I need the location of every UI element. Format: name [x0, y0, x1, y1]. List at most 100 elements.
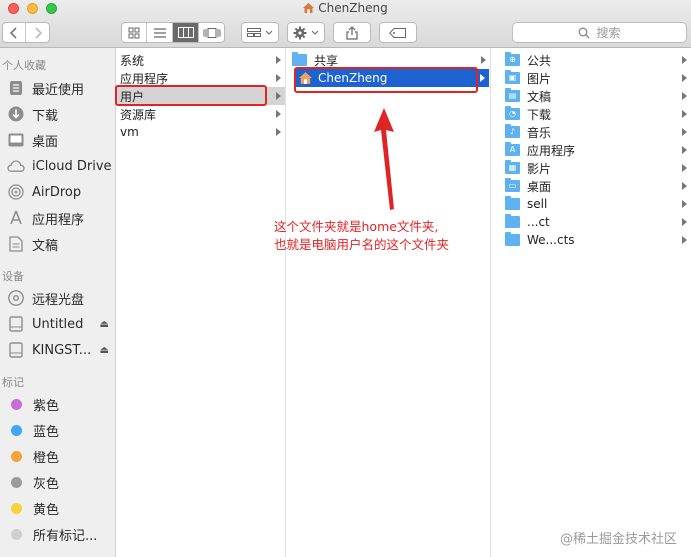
list-item[interactable]: ▤ 文稿: [499, 87, 691, 105]
list-item[interactable]: ♪ 音乐: [499, 123, 691, 141]
eject-icon[interactable]: ⏏: [100, 345, 109, 356]
tag-dot-icon: [11, 450, 22, 462]
disclosure-arrow-icon: [276, 56, 281, 64]
item-label: 公共: [527, 53, 552, 68]
sidebar-item-label: 橙色: [33, 450, 60, 466]
view-mode-control: [121, 22, 225, 43]
edit-tags-button[interactable]: [379, 22, 417, 43]
pictures-folder-icon: ▣: [505, 70, 520, 84]
tag-dot-icon: [11, 528, 22, 540]
sidebar-tag-all[interactable]: 所有标记...: [7, 523, 115, 545]
tag-dot-icon: [11, 476, 22, 488]
item-label: 应用程序: [120, 71, 169, 86]
list-view-button[interactable]: [147, 23, 173, 42]
sidebar-item-remote-disc[interactable]: 远程光盘: [7, 287, 115, 309]
columns-icon: [177, 27, 194, 38]
chevron-down-icon: [265, 30, 273, 35]
item-label: 下载: [527, 107, 552, 122]
desktop-icon: [7, 131, 25, 149]
disclosure-arrow-icon: [682, 182, 687, 190]
sidebar-item-kingston[interactable]: KINGST... ⏏: [7, 339, 115, 361]
icon-view-button[interactable]: [121, 23, 147, 42]
item-label: ...ct: [527, 215, 550, 229]
sidebar: 个人收藏 最近使用 下载 桌面 iCloud Drive AirDrop 应用程…: [0, 48, 116, 557]
disclosure-arrow-icon: [480, 74, 485, 82]
forward-button[interactable]: [26, 23, 49, 42]
sidebar-tag-blue[interactable]: 蓝色: [7, 419, 115, 441]
sidebar-item-documents[interactable]: 文稿: [7, 233, 115, 255]
back-button[interactable]: [3, 23, 26, 42]
documents-icon: [7, 235, 25, 253]
share-button[interactable]: [333, 22, 371, 43]
item-label: 共享: [314, 53, 339, 68]
eject-icon[interactable]: ⏏: [100, 319, 109, 330]
applications-icon: [7, 209, 25, 227]
documents-folder-icon: ▤: [505, 88, 520, 102]
sidebar-item-desktop[interactable]: 桌面: [7, 129, 115, 151]
disclosure-arrow-icon: [682, 56, 687, 64]
item-label: 资源库: [120, 107, 157, 122]
list-item[interactable]: ...ct: [499, 213, 691, 231]
disclosure-arrow-icon: [276, 74, 281, 82]
search-icon: [579, 27, 590, 38]
search-field[interactable]: 搜索: [512, 22, 687, 43]
list-item[interactable]: ▭ 桌面: [499, 177, 691, 195]
sidebar-tag-orange[interactable]: 橙色: [7, 445, 115, 467]
folder-icon: [292, 52, 307, 66]
list-item[interactable]: vm: [116, 123, 285, 141]
annotation-arrow-icon: [374, 108, 394, 210]
highlight-box-users: [115, 85, 267, 106]
action-button[interactable]: [287, 22, 325, 43]
list-item[interactable]: ▣ 图片: [499, 69, 691, 87]
list-item[interactable]: A 应用程序: [499, 141, 691, 159]
window-toolbar: ChenZheng 搜索: [0, 0, 691, 48]
cover-flow-button[interactable]: [199, 23, 225, 42]
sidebar-item-untitled[interactable]: Untitled ⏏: [7, 313, 115, 335]
sidebar-item-recents[interactable]: 最近使用: [7, 77, 115, 99]
disclosure-arrow-icon: [682, 236, 687, 244]
item-label: We...cts: [527, 233, 575, 247]
music-folder-icon: ♪: [505, 124, 520, 138]
sidebar-tag-yellow[interactable]: 黄色: [7, 497, 115, 519]
item-label: 桌面: [527, 179, 552, 194]
list-item[interactable]: 系统: [116, 51, 285, 69]
window-title: ChenZheng: [318, 1, 388, 15]
sidebar-item-label: 远程光盘: [32, 292, 85, 308]
sidebar-item-downloads[interactable]: 下载: [7, 103, 115, 125]
list-item[interactable]: ▦ 影片: [499, 159, 691, 177]
list-item[interactable]: ⊕ 公共: [499, 51, 691, 69]
arrange-button[interactable]: [241, 22, 279, 43]
list-item[interactable]: sell: [499, 195, 691, 213]
sidebar-item-label: Untitled: [32, 316, 84, 332]
list-item[interactable]: We...cts: [499, 231, 691, 249]
tags-header: 标记: [2, 376, 24, 389]
devices-header: 设备: [2, 270, 24, 283]
column-view-button[interactable]: [173, 23, 199, 42]
item-label: 影片: [527, 161, 552, 176]
favorites-header: 个人收藏: [2, 59, 46, 72]
highlight-box-home: [294, 67, 478, 93]
sidebar-item-applications[interactable]: 应用程序: [7, 207, 115, 229]
sidebar-item-icloud[interactable]: iCloud Drive: [7, 155, 115, 177]
public-folder-icon: ⊕: [505, 52, 520, 66]
cloud-icon: [7, 157, 25, 175]
sidebar-item-label: 桌面: [32, 134, 59, 150]
annotation-note: 这个文件夹就是home文件夹, 也就是电脑用户名的这个文件夹: [274, 218, 449, 254]
tag-dot-icon: [11, 502, 22, 514]
disclosure-arrow-icon: [276, 110, 281, 118]
list-item[interactable]: 资源库: [116, 105, 285, 123]
sidebar-item-airdrop[interactable]: AirDrop: [7, 181, 115, 203]
desktop-folder-icon: ▭: [505, 178, 520, 192]
item-label: vm: [120, 125, 139, 139]
sidebar-tag-purple[interactable]: 紫色: [7, 393, 115, 415]
apps-folder-icon: A: [505, 142, 520, 156]
sidebar-item-label: 黄色: [33, 502, 60, 518]
sidebar-item-label: 灰色: [33, 476, 60, 492]
item-label: 文稿: [527, 89, 552, 104]
annotation-line-1: 这个文件夹就是home文件夹,: [274, 219, 439, 234]
item-label: 音乐: [527, 125, 552, 140]
gear-icon: [293, 26, 307, 39]
list-item[interactable]: ◔ 下载: [499, 105, 691, 123]
sidebar-tag-gray[interactable]: 灰色: [7, 471, 115, 493]
window-title-bar: ChenZheng: [0, 0, 691, 16]
